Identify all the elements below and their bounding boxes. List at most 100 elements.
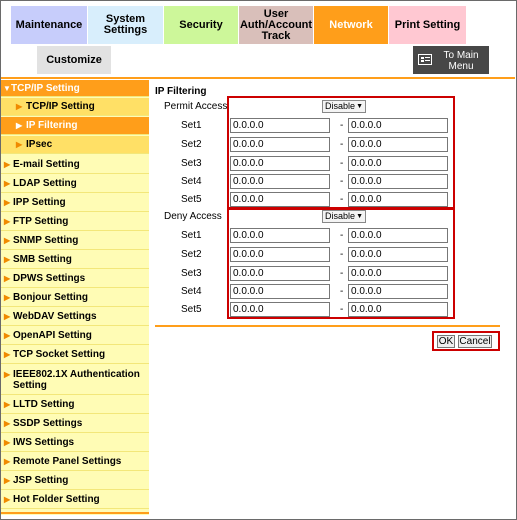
sidebar-item-tcpip-setting[interactable]: ▼ TCP/IP Setting (1, 80, 149, 97)
deny-set1-from-input[interactable]: 0.0.0.0 (230, 228, 330, 243)
sidebar-item-bonjour-setting[interactable]: ▶ Bonjour Setting (1, 289, 149, 307)
ok-button[interactable]: OK (437, 335, 455, 348)
tab-security[interactable]: Security (164, 6, 238, 44)
sidebar-item-tcp-socket-setting[interactable]: ▶ TCP Socket Setting (1, 346, 149, 364)
chevron-right-icon: ▶ (16, 140, 23, 149)
dropdown-arrow-icon: ▼ (356, 213, 363, 220)
tab-user-auth[interactable]: User Auth/Account Track (239, 6, 313, 44)
permit-set3-to-input[interactable]: 0.0.0.0 (348, 156, 448, 171)
deny-set3-to-input[interactable]: 0.0.0.0 (348, 266, 448, 281)
chevron-right-icon: ▶ (4, 217, 11, 226)
chevron-right-icon: ▶ (16, 121, 23, 130)
deny-set2-to-input[interactable]: 0.0.0.0 (348, 247, 448, 262)
permit-set2-from-input[interactable]: 0.0.0.0 (230, 137, 330, 152)
tab-network[interactable]: Network (314, 6, 388, 44)
sidebar-item-ssdp-settings[interactable]: ▶ SSDP Settings (1, 415, 149, 433)
permit-access-select[interactable]: Disable ▼ (322, 100, 366, 113)
deny-access-label: Deny Access (164, 211, 222, 222)
chevron-right-icon: ▶ (4, 495, 11, 504)
chevron-right-icon: ▶ (4, 370, 11, 379)
sidebar-item-snmp-setting[interactable]: ▶ SNMP Setting (1, 232, 149, 250)
permit-access-label: Permit Access (164, 101, 228, 112)
sidebar-item-jsp-setting[interactable]: ▶ JSP Setting (1, 472, 149, 490)
sidebar-item-ftp-setting[interactable]: ▶ FTP Setting (1, 213, 149, 231)
sidebar-subitem-ip-filtering[interactable]: ▶ IP Filtering (1, 117, 149, 135)
permit-set2-label: Set2 (181, 139, 202, 150)
permit-set4-from-input[interactable]: 0.0.0.0 (230, 174, 330, 189)
sidebar-subitem-ipsec[interactable]: ▶ IPsec (1, 136, 149, 154)
chevron-right-icon: ▶ (4, 331, 11, 340)
sidebar-item-dpws-settings[interactable]: ▶ DPWS Settings (1, 270, 149, 288)
deny-set1-to-input[interactable]: 0.0.0.0 (348, 228, 448, 243)
permit-set5-from-input[interactable]: 0.0.0.0 (230, 192, 330, 207)
to-main-menu-button[interactable]: To Main Menu (413, 46, 489, 74)
deny-access-select[interactable]: Disable ▼ (322, 210, 366, 223)
sidebar-item-lltd-setting[interactable]: ▶ LLTD Setting (1, 396, 149, 414)
sidebar-item-webdav-settings[interactable]: ▶ WebDAV Settings (1, 308, 149, 326)
chevron-right-icon: ▶ (4, 236, 11, 245)
deny-set1-label: Set1 (181, 230, 202, 241)
deny-set5-from-input[interactable]: 0.0.0.0 (230, 302, 330, 317)
separator-dash: - (340, 194, 344, 205)
deny-set4-from-input[interactable]: 0.0.0.0 (230, 284, 330, 299)
tab-system-settings[interactable]: System Settings (88, 6, 163, 44)
deny-set4-to-input[interactable]: 0.0.0.0 (348, 284, 448, 299)
chevron-right-icon: ▶ (4, 255, 11, 264)
deny-set2-from-input[interactable]: 0.0.0.0 (230, 247, 330, 262)
separator-dash: - (340, 230, 344, 241)
chevron-right-icon: ▶ (4, 350, 11, 359)
sidebar-item-remote-panel-settings[interactable]: ▶ Remote Panel Settings (1, 453, 149, 471)
chevron-right-icon: ▶ (4, 312, 11, 321)
cancel-button[interactable]: Cancel (458, 335, 492, 348)
permit-set3-from-input[interactable]: 0.0.0.0 (230, 156, 330, 171)
chevron-right-icon: ▶ (4, 438, 11, 447)
content-divider (155, 325, 500, 327)
sidebar: ▼ TCP/IP Setting ▶ TCP/IP Setting ▶ IP F… (1, 80, 149, 515)
chevron-right-icon: ▶ (16, 102, 23, 111)
chevron-right-icon: ▶ (4, 160, 11, 169)
chevron-right-icon: ▶ (4, 274, 11, 283)
separator-dash: - (340, 304, 344, 315)
to-main-menu-label: To Main Menu (443, 50, 479, 72)
deny-set2-label: Set2 (181, 249, 202, 260)
sidebar-item-email-setting[interactable]: ▶ E-mail Setting (1, 156, 149, 174)
deny-set5-to-input[interactable]: 0.0.0.0 (348, 302, 448, 317)
sidebar-item-iws-settings[interactable]: ▶ IWS Settings (1, 434, 149, 452)
sidebar-item-smb-setting[interactable]: ▶ SMB Setting (1, 251, 149, 269)
tab-print-setting[interactable]: Print Setting (389, 6, 466, 44)
chevron-down-icon: ▼ (3, 84, 11, 93)
sidebar-bottom-divider (1, 512, 149, 514)
separator-dash: - (340, 268, 344, 279)
chevron-right-icon: ▶ (4, 198, 11, 207)
permit-set3-label: Set3 (181, 158, 202, 169)
sidebar-subitem-tcpip-setting[interactable]: ▶ TCP/IP Setting (1, 98, 149, 116)
menu-icon (418, 54, 432, 65)
chevron-right-icon: ▶ (4, 457, 11, 466)
deny-set5-label: Set5 (181, 304, 202, 315)
separator-dash: - (340, 139, 344, 150)
permit-set1-from-input[interactable]: 0.0.0.0 (230, 118, 330, 133)
chevron-right-icon: ▶ (4, 293, 11, 302)
sidebar-item-ipp-setting[interactable]: ▶ IPP Setting (1, 194, 149, 212)
dropdown-arrow-icon: ▼ (356, 103, 363, 110)
separator-dash: - (340, 249, 344, 260)
deny-set3-from-input[interactable]: 0.0.0.0 (230, 266, 330, 281)
sidebar-item-openapi-setting[interactable]: ▶ OpenAPI Setting (1, 327, 149, 345)
page-title: IP Filtering (155, 86, 207, 97)
separator-dash: - (340, 176, 344, 187)
permit-set4-to-input[interactable]: 0.0.0.0 (348, 174, 448, 189)
permit-set1-label: Set1 (181, 120, 202, 131)
separator-dash: - (340, 158, 344, 169)
chevron-right-icon: ▶ (4, 400, 11, 409)
permit-set1-to-input[interactable]: 0.0.0.0 (348, 118, 448, 133)
permit-set4-label: Set4 (181, 176, 202, 187)
sidebar-item-ldap-setting[interactable]: ▶ LDAP Setting (1, 175, 149, 193)
chevron-right-icon: ▶ (4, 476, 11, 485)
sidebar-item-ieee8021x-setting[interactable]: ▶ IEEE802.1X Authentication Setting (1, 365, 149, 395)
tab-maintenance[interactable]: Maintenance (11, 6, 87, 44)
tab-customize[interactable]: Customize (37, 46, 111, 74)
sidebar-item-hot-folder-setting[interactable]: ▶ Hot Folder Setting (1, 491, 149, 509)
chevron-right-icon: ▶ (4, 419, 11, 428)
permit-set2-to-input[interactable]: 0.0.0.0 (348, 137, 448, 152)
permit-set5-to-input[interactable]: 0.0.0.0 (348, 192, 448, 207)
